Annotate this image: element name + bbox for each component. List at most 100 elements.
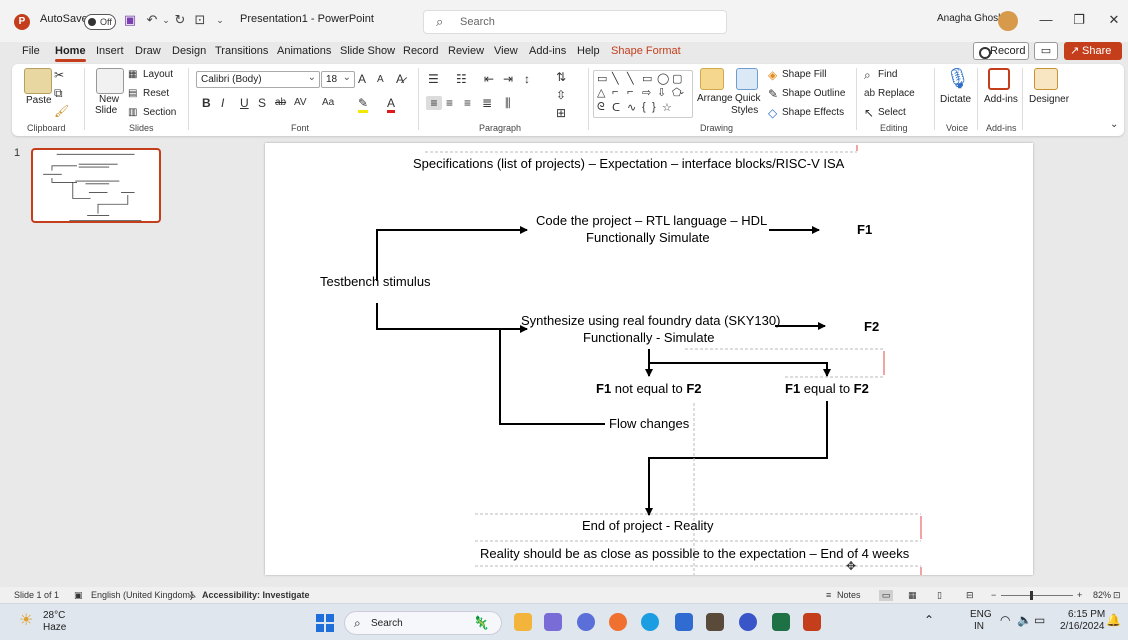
quick-styles-label-2[interactable]: Styles: [731, 105, 758, 116]
tab-file[interactable]: File: [22, 45, 40, 57]
oval-shape-icon[interactable]: ◯: [657, 72, 669, 85]
clock-time[interactable]: 6:15 PM: [1068, 609, 1105, 620]
slide-sorter-icon[interactable]: ▦: [908, 590, 917, 601]
align-right-icon[interactable]: ≡: [464, 96, 471, 110]
numbering-icon[interactable]: ☷: [456, 72, 467, 86]
accessibility-status[interactable]: Accessibility: Investigate: [202, 590, 310, 600]
slideshow-view-icon[interactable]: ⊟: [966, 590, 974, 601]
curve-shape-icon[interactable]: ᑕ: [612, 101, 620, 114]
font-family-select[interactable]: Calibri (Body): [196, 70, 320, 88]
end-of-project-label[interactable]: End of project - Reality: [582, 518, 714, 533]
line-shape-icon[interactable]: ╲: [612, 72, 619, 85]
new-slide-label-1[interactable]: New: [99, 94, 119, 105]
underline-icon[interactable]: U: [240, 96, 249, 110]
avatar[interactable]: [998, 11, 1018, 31]
grow-font-icon[interactable]: A: [358, 72, 366, 86]
change-case-icon[interactable]: Aa: [322, 96, 334, 110]
tab-add-ins[interactable]: Add-ins: [529, 45, 566, 57]
shapes-gallery[interactable]: ▭ ╲ ╲ ▭ ◯ ▢ △ ⌐ ⌐ ⇨ ⇩ ⬠ ᘓ ᑕ ∿ { } ☆ ⌄: [593, 70, 693, 118]
tab-record[interactable]: Record: [403, 45, 438, 57]
proofing-icon[interactable]: ▣: [74, 590, 83, 601]
clear-formatting-icon[interactable]: A̷: [396, 72, 404, 86]
equal-label[interactable]: F1 equal to F2: [785, 381, 869, 396]
synth-text-line-2[interactable]: Functionally - Simulate: [583, 330, 715, 345]
powerpoint-taskbar-icon[interactable]: [803, 613, 821, 631]
italic-icon[interactable]: I: [221, 96, 224, 110]
zoom-out-icon[interactable]: −: [991, 590, 996, 600]
user-name[interactable]: Anagha Ghosh: [937, 13, 1004, 24]
down-arrow-shape-icon[interactable]: ⇩: [657, 86, 666, 99]
cut-icon[interactable]: ✂: [54, 68, 64, 82]
line-spacing-icon[interactable]: ↕: [524, 72, 530, 86]
flow-changes-label[interactable]: Flow changes: [609, 416, 689, 431]
close-icon[interactable]: ✕: [1106, 12, 1122, 28]
present-icon[interactable]: ⊡: [192, 12, 208, 28]
triangle-shape-icon[interactable]: △: [597, 86, 605, 99]
save-icon[interactable]: ▣: [122, 12, 138, 28]
find-button[interactable]: Find: [878, 69, 897, 80]
connector-shape-icon[interactable]: ⌐: [612, 86, 618, 98]
zoom-in-icon[interactable]: +: [1077, 590, 1082, 600]
not-equal-label[interactable]: F1 not equal to F2: [596, 381, 702, 396]
tab-transitions[interactable]: Transitions: [215, 45, 268, 57]
add-ins-icon[interactable]: [988, 68, 1010, 90]
code-text-line-2[interactable]: Functionally Simulate: [586, 230, 710, 245]
input-language-2[interactable]: IN: [974, 621, 984, 632]
comments-button[interactable]: ▭: [1034, 42, 1058, 60]
align-center-icon[interactable]: ≡: [446, 96, 453, 110]
tab-insert[interactable]: Insert: [96, 45, 124, 57]
tab-review[interactable]: Review: [448, 45, 484, 57]
star-shape-icon[interactable]: ☆: [662, 101, 672, 114]
tab-help[interactable]: Help: [577, 45, 600, 57]
new-slide-icon[interactable]: [96, 68, 124, 94]
input-language-1[interactable]: ENG: [970, 609, 992, 620]
fit-slide-icon[interactable]: ⊡: [1113, 590, 1121, 601]
zoom-app-icon[interactable]: [739, 613, 757, 631]
volume-icon[interactable]: 🔈: [1017, 613, 1032, 627]
designer-button[interactable]: Designer: [1029, 94, 1069, 105]
shape-fill-button[interactable]: Shape Fill: [782, 69, 826, 80]
add-ins-button[interactable]: Add-ins: [984, 94, 1018, 105]
wifi-icon[interactable]: ◠: [1000, 613, 1010, 627]
arrange-icon[interactable]: [700, 68, 724, 90]
file-explorer-icon[interactable]: [706, 613, 724, 631]
designer-icon[interactable]: [1034, 68, 1058, 90]
search-input[interactable]: ⌕ Search: [423, 10, 727, 34]
columns-icon[interactable]: ⫼: [505, 96, 511, 110]
microphone-icon[interactable]: 🎙: [945, 68, 970, 90]
align-text-icon[interactable]: ⇳: [556, 88, 566, 102]
tab-view[interactable]: View: [494, 45, 518, 57]
smartart-icon[interactable]: ⊞: [556, 106, 566, 120]
normal-view-icon[interactable]: ▭: [879, 590, 893, 601]
textbox-shape-icon[interactable]: ▭: [597, 72, 607, 85]
tab-shape-format[interactable]: Shape Format: [611, 45, 681, 57]
reality-label[interactable]: Reality should be as close as possible t…: [480, 546, 909, 561]
restore-icon[interactable]: ❐: [1071, 12, 1087, 28]
testbench-label[interactable]: Testbench stimulus: [320, 274, 431, 289]
f2-label[interactable]: F2: [864, 319, 879, 334]
customize-toolbar-icon[interactable]: ⌄: [212, 12, 228, 28]
line-shape-icon[interactable]: ╲: [627, 72, 634, 85]
notifications-icon[interactable]: 🔔: [1106, 613, 1121, 627]
collapse-ribbon-icon[interactable]: ⌄: [1110, 118, 1118, 132]
more-shapes-icon[interactable]: ⌄: [678, 86, 686, 97]
rectangle-shape-icon[interactable]: ▭: [642, 72, 652, 85]
code-text-line-1[interactable]: Code the project – RTL language – HDL: [536, 213, 767, 228]
tab-home[interactable]: Home: [55, 45, 86, 62]
f1-label[interactable]: F1: [857, 222, 872, 237]
freeform-shape-icon[interactable]: ᘓ: [597, 101, 605, 114]
slide-thumbnail[interactable]: [31, 148, 161, 223]
bold-icon[interactable]: B: [202, 96, 211, 110]
teams-icon[interactable]: [544, 613, 562, 631]
weather-temp[interactable]: 28°C: [43, 610, 65, 621]
record-button[interactable]: Record: [973, 42, 1029, 60]
decrease-indent-icon[interactable]: ⇤: [484, 72, 494, 86]
dictate-button[interactable]: Dictate: [940, 94, 971, 105]
copy-icon[interactable]: ⧉: [54, 86, 63, 100]
weather-desc[interactable]: Haze: [43, 622, 66, 633]
strikethrough-icon[interactable]: ab: [275, 96, 286, 110]
character-spacing-icon[interactable]: AV: [294, 96, 307, 110]
firefox-icon[interactable]: [609, 613, 627, 631]
font-size-select[interactable]: 18: [321, 70, 355, 88]
mail-icon[interactable]: [675, 613, 693, 631]
